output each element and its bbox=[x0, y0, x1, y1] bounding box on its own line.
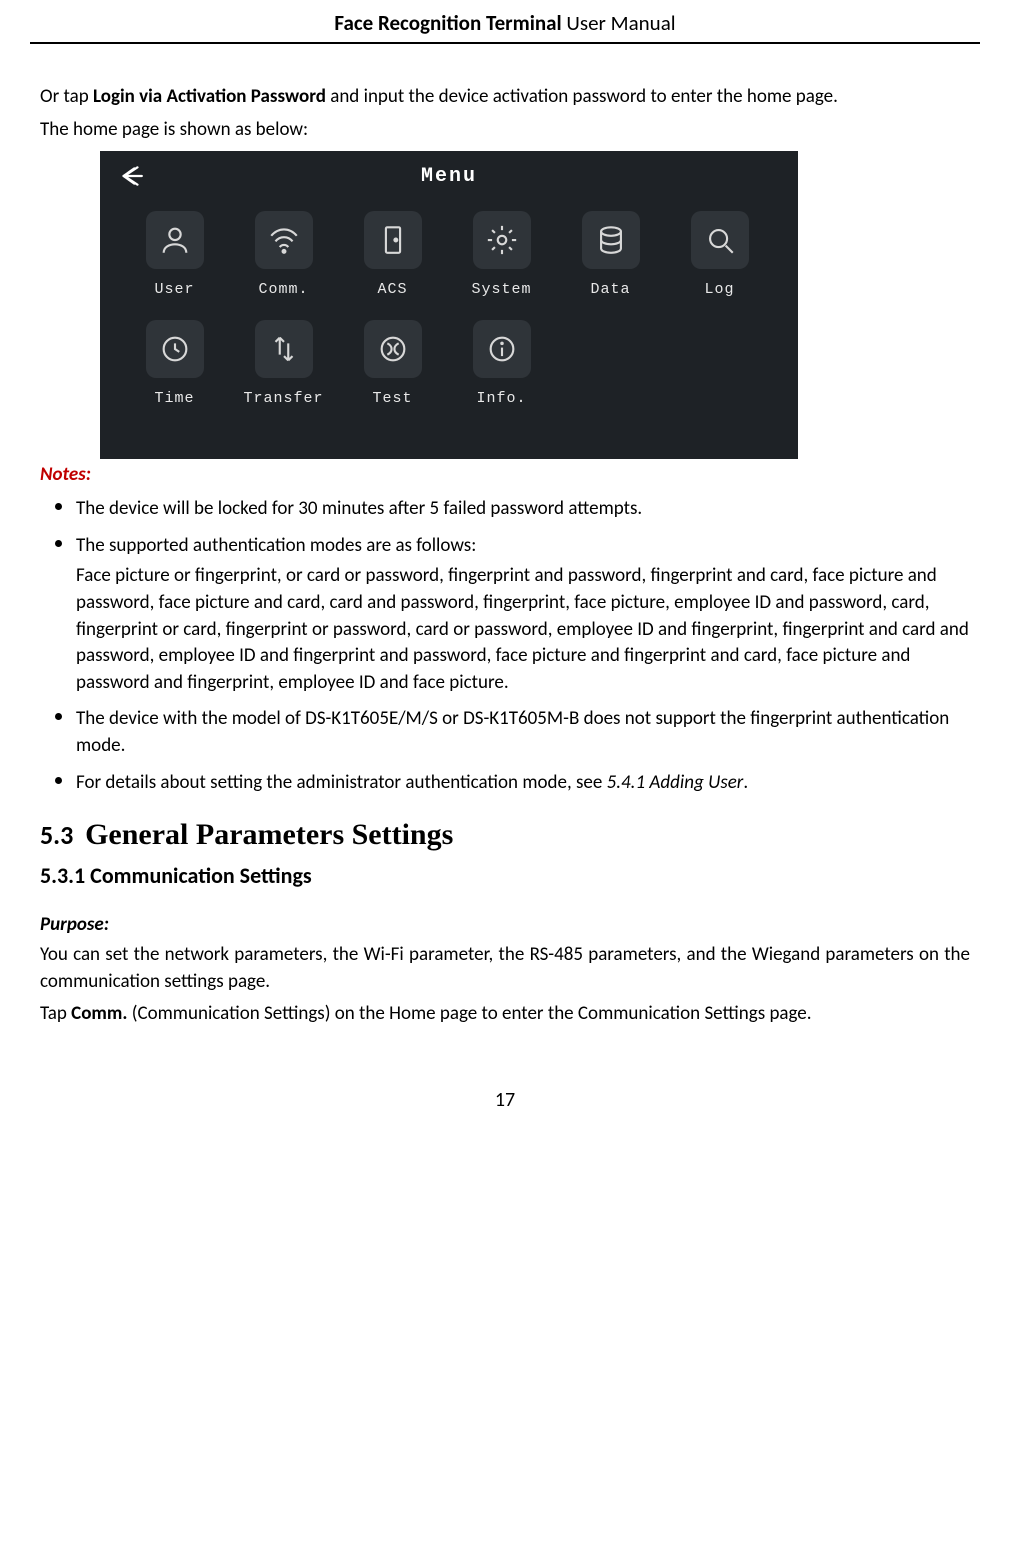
page-header: Face Recognition Terminal User Manual bbox=[30, 0, 980, 44]
system-icon bbox=[473, 211, 531, 269]
purpose-body: You can set the network parameters, the … bbox=[40, 942, 970, 995]
menu-title: Menu bbox=[152, 165, 746, 188]
menu-item-comm[interactable]: Comm. bbox=[229, 211, 338, 298]
info-icon bbox=[473, 320, 531, 378]
menu-item-system[interactable]: System bbox=[447, 211, 556, 298]
note-item-1: The device will be locked for 30 minutes… bbox=[76, 492, 970, 523]
menu-item-transfer[interactable]: Transfer bbox=[229, 320, 338, 407]
intro-paragraph-1: Or tap Login via Activation Password and… bbox=[40, 84, 970, 111]
login-via-activation: Login via Activation Password bbox=[93, 85, 326, 108]
cross-reference: 5.4.1 Adding User bbox=[607, 771, 744, 794]
time-icon bbox=[146, 320, 204, 378]
comm-icon bbox=[255, 211, 313, 269]
notes-list: The device will be locked for 30 minutes… bbox=[40, 492, 970, 796]
header-title-bold: Face Recognition Terminal bbox=[334, 10, 561, 36]
transfer-icon bbox=[255, 320, 313, 378]
log-icon bbox=[691, 211, 749, 269]
acs-icon bbox=[364, 211, 422, 269]
menu-item-info[interactable]: Info. bbox=[447, 320, 556, 407]
menu-item-test[interactable]: Test bbox=[338, 320, 447, 407]
menu-item-data[interactable]: Data bbox=[556, 211, 665, 298]
note-item-3: The device with the model of DS-K1T605E/… bbox=[76, 702, 970, 759]
note-item-2: The supported authentication modes are a… bbox=[76, 529, 970, 697]
test-icon bbox=[364, 320, 422, 378]
user-icon bbox=[146, 211, 204, 269]
section-5-3-heading: 5.3 General Parameters Settings bbox=[40, 818, 970, 852]
menu-item-time[interactable]: Time bbox=[120, 320, 229, 407]
header-title-rest: User Manual bbox=[562, 10, 676, 36]
purpose-heading: Purpose: bbox=[40, 913, 970, 936]
tap-comm-paragraph: Tap Comm. (Communication Settings) on th… bbox=[40, 1001, 970, 1028]
menu-item-user[interactable]: User bbox=[120, 211, 229, 298]
menu-item-log[interactable]: Log bbox=[665, 211, 774, 298]
note-item-4: For details about setting the administra… bbox=[76, 766, 970, 797]
intro-paragraph-2: The home page is shown as below: bbox=[40, 117, 970, 144]
comm-bold: Comm. bbox=[71, 1002, 127, 1025]
menu-icon-grid: User Comm. ACS bbox=[100, 201, 798, 429]
data-icon bbox=[582, 211, 640, 269]
device-menu-screenshot: Menu User Comm. bbox=[100, 151, 798, 459]
back-icon[interactable] bbox=[118, 163, 144, 189]
notes-heading: Notes: bbox=[40, 463, 970, 486]
section-5-3-1-heading: 5.3.1 Communication Settings bbox=[40, 862, 970, 889]
page-number: 17 bbox=[30, 1088, 980, 1112]
note-item-2-detail: Face picture or fingerprint, or card or … bbox=[76, 563, 970, 696]
menu-item-acs[interactable]: ACS bbox=[338, 211, 447, 298]
